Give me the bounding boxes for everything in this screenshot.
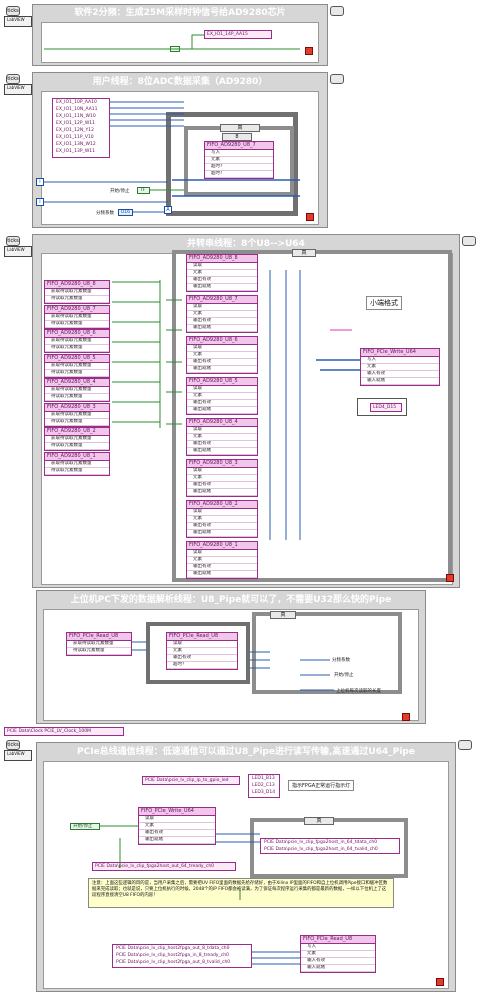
right-fifo-0[interactable]: FIFO_AD9280_U8_8 读取 元素 输出有效 输出就绪 <box>186 254 258 292</box>
right-fifo-2[interactable]: FIFO_AD9280_U8_6 读取 元素 输出有效 输出就绪 <box>186 336 258 374</box>
fifo-row: 读取 <box>187 263 257 270</box>
fifo-row: 读取 <box>187 509 257 516</box>
right-fifo-4[interactable]: FIFO_AD9280_U8_4 读取 元素 输出有效 输出就绪 <box>186 418 258 456</box>
fifo-row: 输出有效 <box>187 318 257 325</box>
fifo-row: 输出有效 <box>187 564 257 571</box>
fifo-name: FIFO_AD9280_U8_6 <box>45 330 109 338</box>
fifo-row: 获取待读取元素数量 <box>45 461 109 468</box>
fifo-name: FIFO_AD9280_U8_8 <box>45 281 109 289</box>
left-fifo-6[interactable]: FIFO_AD9280_U8_2 获取待读取元素数量 待读取元素数量 <box>44 427 110 451</box>
fifo-row: 待读取元素数量 <box>45 296 109 303</box>
fifo-row: 读取 <box>187 345 257 352</box>
fifo-row: 读取 <box>187 468 257 475</box>
fifo-row: 元素 <box>187 516 257 523</box>
fifo-row: 元素 <box>187 475 257 482</box>
fifo-row: 待读取元素数量 <box>45 443 109 450</box>
fifo-row: 输出就绪 <box>187 284 257 291</box>
fifo-name: FIFO_AD9280_U8_2 <box>45 428 109 436</box>
fifo-row: 元素 <box>187 270 257 277</box>
fifo-row: 输出就绪 <box>187 448 257 455</box>
fifo-row: 获取待读取元素数量 <box>45 363 109 370</box>
fifo-row: 元素 <box>187 393 257 400</box>
fifo-row: 输出有效 <box>187 441 257 448</box>
fifo-name: FIFO_AD9280_U8_2 <box>187 501 257 509</box>
fifo-row: 待读取元素数量 <box>45 468 109 475</box>
fifo-row: 元素 <box>187 434 257 441</box>
fifo-row: 获取待读取元素数量 <box>45 338 109 345</box>
fifo-row: 读取 <box>187 550 257 557</box>
fifo-row: 读取 <box>187 427 257 434</box>
fifo-name: FIFO_AD9280_U8_4 <box>187 419 257 427</box>
fifo-row: 输出就绪 <box>187 366 257 373</box>
left-fifo-1[interactable]: FIFO_AD9280_U8_7 获取待读取元素数量 待读取元素数量 <box>44 304 110 329</box>
right-fifo-6[interactable]: FIFO_AD9280_U8_2 读取 元素 输出有效 输出就绪 <box>186 500 258 538</box>
fifo-name: FIFO_AD9280_U8_3 <box>45 403 109 412</box>
fifo-name: FIFO_AD9280_U8_5 <box>187 378 257 386</box>
fifo-row: 输出有效 <box>187 400 257 407</box>
fifo-name: FIFO_AD9280_U8_6 <box>187 337 257 345</box>
fifo-row: 输出有效 <box>187 277 257 284</box>
fifo-row: 元素 <box>187 311 257 318</box>
right-fifo-5[interactable]: FIFO_AD9280_U8_3 读取 元素 输出有效 输出就绪 <box>186 459 258 497</box>
fifo-name: FIFO_AD9280_U8_7 <box>45 305 109 314</box>
left-fifo-2[interactable]: FIFO_AD9280_U8_6 获取待读取元素数量 待读取元素数量 <box>44 329 110 353</box>
fifo-row: 待读取元素数量 <box>45 394 109 401</box>
fifo-row: 获取待读取元素数量 <box>45 289 109 296</box>
fifo-row: 输出就绪 <box>187 489 257 496</box>
left-fifo-4[interactable]: FIFO_AD9280_U8_4 获取待读取元素数量 待读取元素数量 <box>44 378 110 402</box>
fifo-row: 获取待读取元素数量 <box>45 412 109 419</box>
fifo-row: 获取待读取元素数量 <box>45 314 109 321</box>
fifo-row: 输出有效 <box>187 359 257 366</box>
fifo-row: 输出就绪 <box>187 571 257 578</box>
fifo-row: 元素 <box>187 557 257 564</box>
fifo-row: 输出有效 <box>187 482 257 489</box>
fifo-name: FIFO_AD9280_U8_7 <box>187 296 257 304</box>
fifo-row: 待读取元素数量 <box>45 345 109 352</box>
fifo-name: FIFO_AD9280_U8_1 <box>45 452 109 461</box>
right-fifo-7[interactable]: FIFO_AD9280_U8_1 读取 元素 输出有效 输出就绪 <box>186 541 258 579</box>
left-fifo-7[interactable]: FIFO_AD9280_U8_1 获取待读取元素数量 待读取元素数量 <box>44 451 110 476</box>
fifo-row: 读取 <box>187 386 257 393</box>
fifo-name: FIFO_AD9280_U8_5 <box>45 354 109 363</box>
left-fifo-5[interactable]: FIFO_AD9280_U8_3 获取待读取元素数量 待读取元素数量 <box>44 402 110 427</box>
fifo-row: 输出有效 <box>187 523 257 530</box>
fifo-row: 输出就绪 <box>187 530 257 537</box>
left-fifo-3[interactable]: FIFO_AD9280_U8_5 获取待读取元素数量 待读取元素数量 <box>44 353 110 378</box>
fifo-row: 待读取元素数量 <box>45 419 109 426</box>
fifo-row: 待读取元素数量 <box>45 321 109 328</box>
wire <box>191 34 204 49</box>
right-fifo-3[interactable]: FIFO_AD9280_U8_5 读取 元素 输出有效 输出就绪 <box>186 377 258 415</box>
fifo-name: FIFO_AD9280_U8_3 <box>187 460 257 468</box>
fifo-row: 待读取元素数量 <box>45 370 109 377</box>
fifo-row: 读取 <box>187 304 257 311</box>
right-fifo-1[interactable]: FIFO_AD9280_U8_7 读取 元素 输出有效 输出就绪 <box>186 295 258 333</box>
fifo-name: FIFO_AD9280_U8_1 <box>187 542 257 550</box>
left-fifo-0[interactable]: FIFO_AD9280_U8_8 获取待读取元素数量 待读取元素数量 <box>44 280 110 304</box>
fifo-row: 输出就绪 <box>187 325 257 332</box>
fifo-name: FIFO_AD9280_U8_8 <box>187 255 257 263</box>
fifo-row: 元素 <box>187 352 257 359</box>
fifo-row: 输出就绪 <box>187 407 257 414</box>
fifo-name: FIFO_AD9280_U8_4 <box>45 379 109 387</box>
fifo-row: 获取待读取元素数量 <box>45 387 109 394</box>
fifo-row: 获取待读取元素数量 <box>45 436 109 443</box>
